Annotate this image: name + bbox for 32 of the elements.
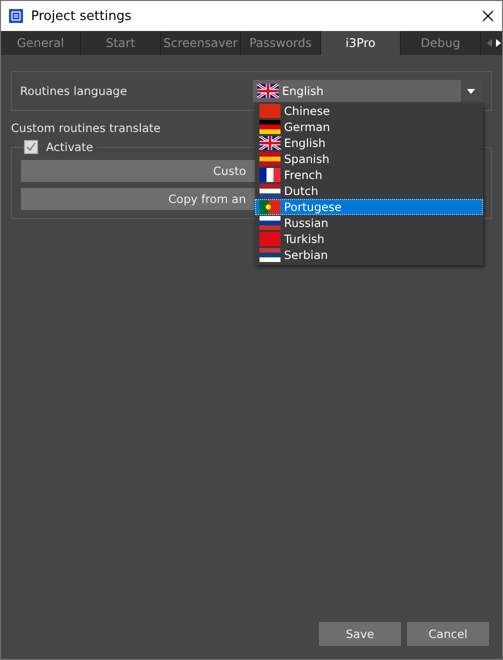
dropdown-option[interactable]: Serbian — [255, 247, 483, 263]
flag-icon — [259, 184, 281, 198]
flag-icon — [259, 168, 281, 182]
tab[interactable]: i3Pro — [321, 31, 401, 55]
flag-icon — [259, 136, 281, 150]
flag-icon — [257, 84, 279, 98]
dropdown-option[interactable]: German — [255, 119, 483, 135]
close-icon[interactable] — [482, 10, 494, 22]
flag-icon — [259, 232, 281, 246]
checkbox-label: Activate — [46, 140, 94, 154]
scroll-right-icon[interactable] — [496, 39, 501, 47]
language-dropdown[interactable]: English — [253, 80, 481, 102]
dialog-button[interactable]: Save — [319, 622, 401, 646]
app-icon — [9, 9, 23, 23]
dropdown-option[interactable]: Turkish — [255, 231, 483, 247]
dropdown-option[interactable]: Portugese — [255, 199, 483, 215]
field-label: Routines language — [20, 84, 128, 98]
flag-icon — [259, 216, 281, 230]
checkbox[interactable] — [24, 140, 38, 154]
flag-icon — [259, 200, 281, 214]
dialog-button[interactable]: Cancel — [407, 622, 489, 646]
dropdown-option[interactable]: Chinese — [255, 103, 483, 119]
dropdown-option[interactable]: Russian — [255, 215, 483, 231]
window-title: Project settings — [31, 8, 132, 24]
flag-icon — [259, 248, 281, 262]
tab[interactable]: Screensaver — [161, 31, 241, 55]
flag-icon — [259, 152, 281, 166]
flag-icon — [259, 120, 281, 134]
flag-icon — [259, 104, 281, 118]
section-title: Custom routines translate — [11, 121, 161, 135]
dropdown-option[interactable]: French — [255, 167, 483, 183]
caret-icon — [467, 88, 475, 94]
